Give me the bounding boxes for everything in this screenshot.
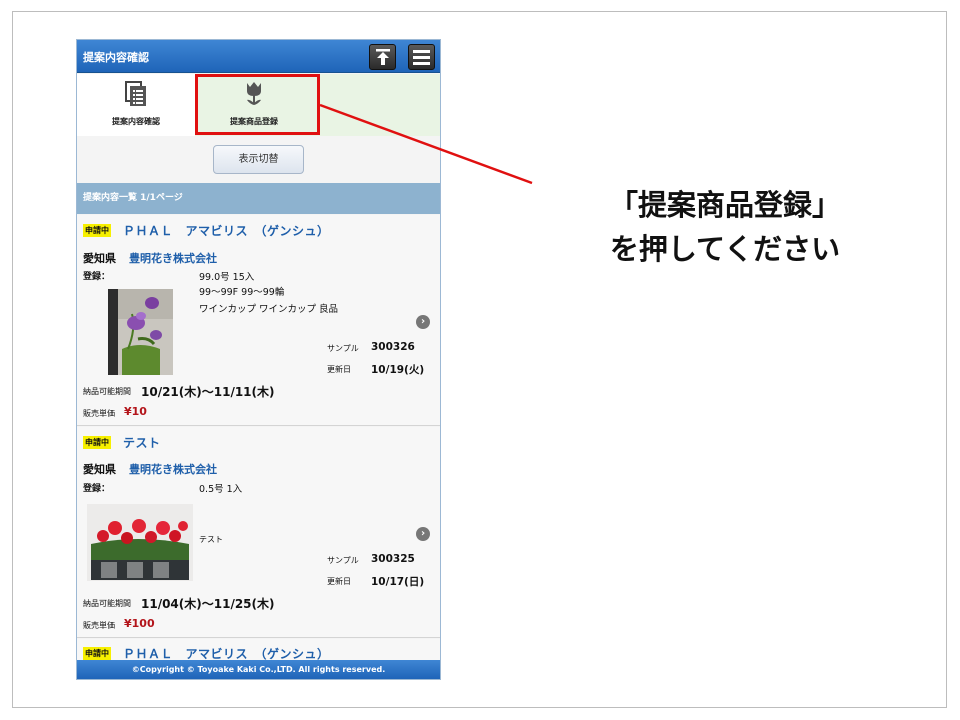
product-name: ＰＨＡＬ アマビリス （ゲンシュ） xyxy=(123,224,330,238)
spec-line: 99〜99F 99〜99輪 xyxy=(199,287,285,298)
chevron-right-icon[interactable]: › xyxy=(416,527,430,541)
delivery-period-label: 納品可能期間 xyxy=(83,599,131,608)
product-photo xyxy=(108,289,173,375)
highlight-box xyxy=(195,74,320,135)
sample-number: 300326 xyxy=(371,341,415,353)
product-name: テスト xyxy=(123,436,161,450)
updated-date: 10/17(日) xyxy=(371,576,425,588)
tab-label: 提案内容確認 xyxy=(112,117,160,126)
list-item[interactable]: 申請中 テスト 愛知県 豊明花き株式会社 登録： 0.5号 1入 テスト › サ… xyxy=(77,427,440,638)
sample-number: 300325 xyxy=(371,553,415,565)
company-name: 豊明花き株式会社 xyxy=(129,463,217,476)
hamburger-icon xyxy=(413,49,430,65)
view-toggle-button[interactable]: 表示切替 xyxy=(213,145,304,174)
updated-date: 10/19(火) xyxy=(371,364,425,376)
sample-label: サンプル xyxy=(327,344,359,353)
prefecture: 愛知県 xyxy=(83,252,116,265)
spec-line: 0.5号 1入 xyxy=(199,484,243,495)
status-badge: 申請中 xyxy=(83,224,111,237)
spec-line: テスト xyxy=(199,535,223,544)
price-label: 販売単価 xyxy=(83,621,115,630)
spec-line: ワインカップ ワインカップ 良品 xyxy=(199,304,339,315)
header-bar: 提案内容確認 xyxy=(77,40,440,73)
sample-label: サンプル xyxy=(327,556,359,565)
toggle-area: 表示切替 xyxy=(77,136,440,182)
instruction-line-2: を押してください xyxy=(609,232,841,266)
status-badge: 申請中 xyxy=(83,647,111,660)
price: ¥10 xyxy=(124,405,147,418)
updated-label: 更新日 xyxy=(327,365,351,374)
price-label: 販売単価 xyxy=(83,409,115,418)
updated-label: 更新日 xyxy=(327,577,351,586)
instruction-line-1: 「提案商品登録」 xyxy=(608,188,841,222)
registration-label: 登録： xyxy=(83,272,111,282)
tab-proposal-confirm[interactable]: 提案内容確認 xyxy=(77,74,195,136)
list-item[interactable]: 申請中 ＰＨＡＬ アマビリス （ゲンシュ） 愛知県 豊明花き株式会社 登録： 9… xyxy=(77,215,440,426)
prefecture: 愛知県 xyxy=(83,463,116,476)
delivery-period-label: 納品可能期間 xyxy=(83,387,131,396)
page-title: 提案内容確認 xyxy=(83,51,149,64)
delivery-period: 10/21(木)〜11/11(木) xyxy=(141,385,275,399)
list-header: 提案内容一覧 1/1ページ xyxy=(77,183,440,214)
delivery-period: 11/04(木)〜11/25(木) xyxy=(141,597,275,611)
scroll-top-button[interactable] xyxy=(369,44,396,70)
registration-label: 登録： xyxy=(83,484,111,494)
spec-line: 99.0号 15入 xyxy=(199,272,255,283)
menu-button[interactable] xyxy=(408,44,435,70)
mobile-app-screen: 提案内容確認 提案内容確認 提案商品登録 表示切替 提案内容一覧 1/1ページ … xyxy=(76,39,441,680)
footer-copyright: ©Copyright © Toyoake Kaki Co.,LTD. All r… xyxy=(77,660,440,679)
price: ¥100 xyxy=(124,617,155,630)
product-photo xyxy=(87,504,193,581)
document-list-icon xyxy=(125,81,146,106)
arrow-up-bar-icon xyxy=(375,49,390,65)
status-badge: 申請中 xyxy=(83,436,111,449)
company-name: 豊明花き株式会社 xyxy=(129,252,217,265)
chevron-right-icon[interactable]: › xyxy=(416,315,430,329)
